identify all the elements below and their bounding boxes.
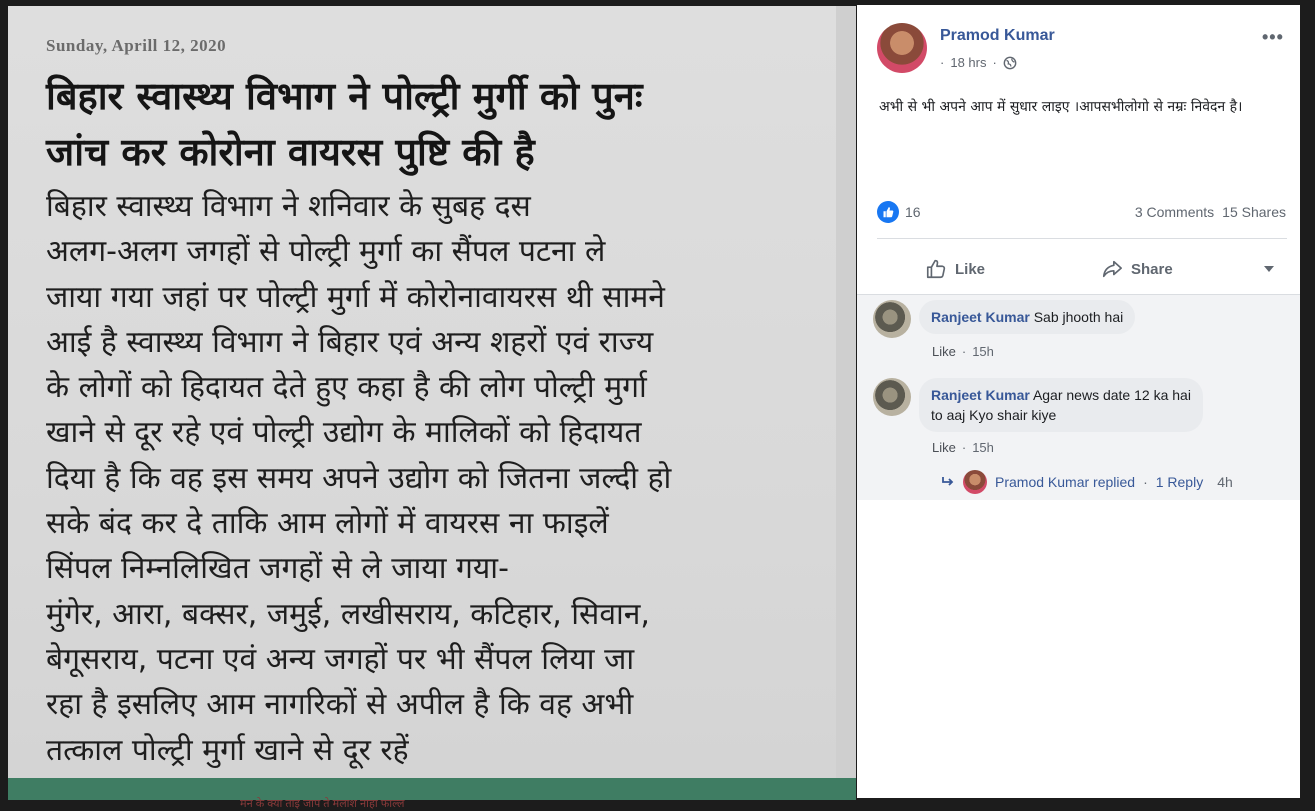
reaction-count: 16 (905, 204, 921, 220)
reaction-summary[interactable]: 16 (877, 201, 921, 223)
body-line: दिया है कि वह इस समय अपने उद्योग को जितन… (46, 460, 672, 496)
engagement-counts: 3 Comments 15 Shares (1135, 204, 1286, 220)
newspaper-date: Sunday, Aprill 12, 2020 (46, 36, 227, 55)
post-meta: · 18 hrs · (940, 55, 1017, 70)
reply-summary[interactable]: Pramod Kumar replied · 1 Reply 4h (941, 470, 1233, 494)
like-button[interactable]: Like (925, 249, 985, 289)
reply-count[interactable]: 1 Reply (1156, 474, 1203, 490)
thumbs-up-icon (926, 259, 946, 279)
post-actions: Like Share (877, 249, 1287, 289)
shares-count[interactable]: 15 Shares (1222, 204, 1286, 220)
share-options-dropdown[interactable] (1263, 249, 1275, 289)
reply-arrow-icon (942, 477, 954, 486)
body-line: आई है स्वास्थ्य विभाग ने बिहार एवं अन्य … (46, 324, 654, 360)
comment-bubble: Ranjeet Kumar Sab jhooth hai (919, 300, 1136, 334)
reply-avatar (963, 470, 987, 494)
comment-meta: Like · 15h (932, 344, 994, 359)
globe-icon[interactable] (1003, 56, 1017, 70)
comment-time[interactable]: 15h (972, 344, 994, 359)
paper-bottom-band (8, 778, 856, 800)
body-line: बिहार स्वास्थ्य विभाग ने शनिवार के सुबह … (46, 189, 531, 224)
commenter-avatar[interactable] (873, 300, 911, 338)
dot-separator-icon: · (961, 344, 967, 359)
background-text: मन के क्या ताइ जाप ते मलाश नाहा फाल्ल (240, 798, 405, 810)
comment-time[interactable]: 15h (972, 440, 994, 455)
divider (877, 238, 1287, 239)
reply-time: 4h (1217, 474, 1233, 490)
comment-text: Sab jhooth hai (1033, 309, 1124, 325)
comment-text: Agar news date 12 ka hai (1032, 387, 1191, 403)
body-line: तत्काल पोल्ट्री मुर्गा खाने से दूर रहें (46, 732, 409, 768)
more-options-icon[interactable]: ••• (1262, 27, 1284, 48)
newspaper-headline: बिहार स्वास्थ्य विभाग ने पोल्ट्री मुर्गी… (46, 68, 846, 180)
body-line: अलग-अलग जगहों से पोल्ट्री मुर्गा का सैंप… (46, 234, 606, 270)
newspaper-body: बिहार स्वास्थ्य विभाग ने शनिवार के सुबह … (46, 184, 846, 773)
share-button[interactable]: Share (1101, 249, 1173, 289)
body-line: मुंगेर, आरा, बक्सर, जमुई, लखीसराय, कटिहा… (46, 596, 650, 632)
body-line: रहा है इसलिए आम नागरिकों से अपील है कि व… (46, 687, 634, 723)
dot-separator-icon: · (992, 55, 997, 70)
author-name[interactable]: Pramod Kumar (940, 27, 1055, 45)
commenter-name[interactable]: Ranjeet Kumar (931, 309, 1030, 325)
headline-line: बिहार स्वास्थ्य विभाग ने पोल्ट्री मुर्गी… (46, 74, 643, 118)
body-line: सके बंद कर दे ताकि आम लोगों में वायरस ना… (46, 506, 609, 542)
share-label: Share (1131, 260, 1173, 278)
dot-separator-icon: · (961, 440, 967, 455)
post-time[interactable]: 18 hrs (950, 55, 986, 70)
body-line: बेगूसराय, पटना एवं अन्य जगहों पर भी सैंप… (46, 641, 635, 677)
headline-line: जांच कर कोरोना वायरस पुष्टि की है (46, 130, 535, 174)
dot-separator-icon: · (940, 55, 945, 70)
post-panel: Pramod Kumar · 18 hrs · ••• अभी से भी अप… (857, 5, 1300, 798)
commenter-avatar[interactable] (873, 378, 911, 416)
dot-separator-icon: · (1143, 474, 1148, 490)
comment-text: to aaj Kyo shair kiye (931, 407, 1057, 423)
commenter-name[interactable]: Ranjeet Kumar (931, 387, 1030, 403)
caret-down-icon (1264, 266, 1274, 272)
body-line: जाया गया जहां पर पोल्ट्री मुर्गा में कोर… (46, 279, 665, 315)
author-avatar[interactable] (877, 23, 927, 73)
share-arrow-icon (1102, 260, 1122, 278)
comment-meta: Like · 15h (932, 440, 994, 455)
body-line: सिंपल निम्नलिखित जगहों से ले जाया गया- (46, 551, 509, 587)
post-photo[interactable]: Sunday, Aprill 12, 2020 बिहार स्वास्थ्य … (8, 6, 856, 800)
comment-like-link[interactable]: Like (932, 344, 956, 359)
like-reaction-icon (877, 201, 899, 223)
post-text: अभी से भी अपने आप में सुधार लाइए ।आपसभील… (879, 99, 1243, 115)
comment-bubble: Ranjeet Kumar Agar news date 12 ka hai t… (919, 378, 1203, 432)
body-line: खाने से दूर रहे एवं पोल्ट्री उद्योग के म… (46, 415, 642, 451)
body-line: के लोगों को हिदायत देते हुए कहा है की लो… (46, 370, 647, 406)
newspaper-clipping: Sunday, Aprill 12, 2020 बिहार स्वास्थ्य … (8, 6, 856, 778)
comments-count[interactable]: 3 Comments (1135, 204, 1214, 220)
reply-author-text[interactable]: Pramod Kumar replied (995, 474, 1135, 490)
comment-like-link[interactable]: Like (932, 440, 956, 455)
like-label: Like (955, 260, 986, 278)
